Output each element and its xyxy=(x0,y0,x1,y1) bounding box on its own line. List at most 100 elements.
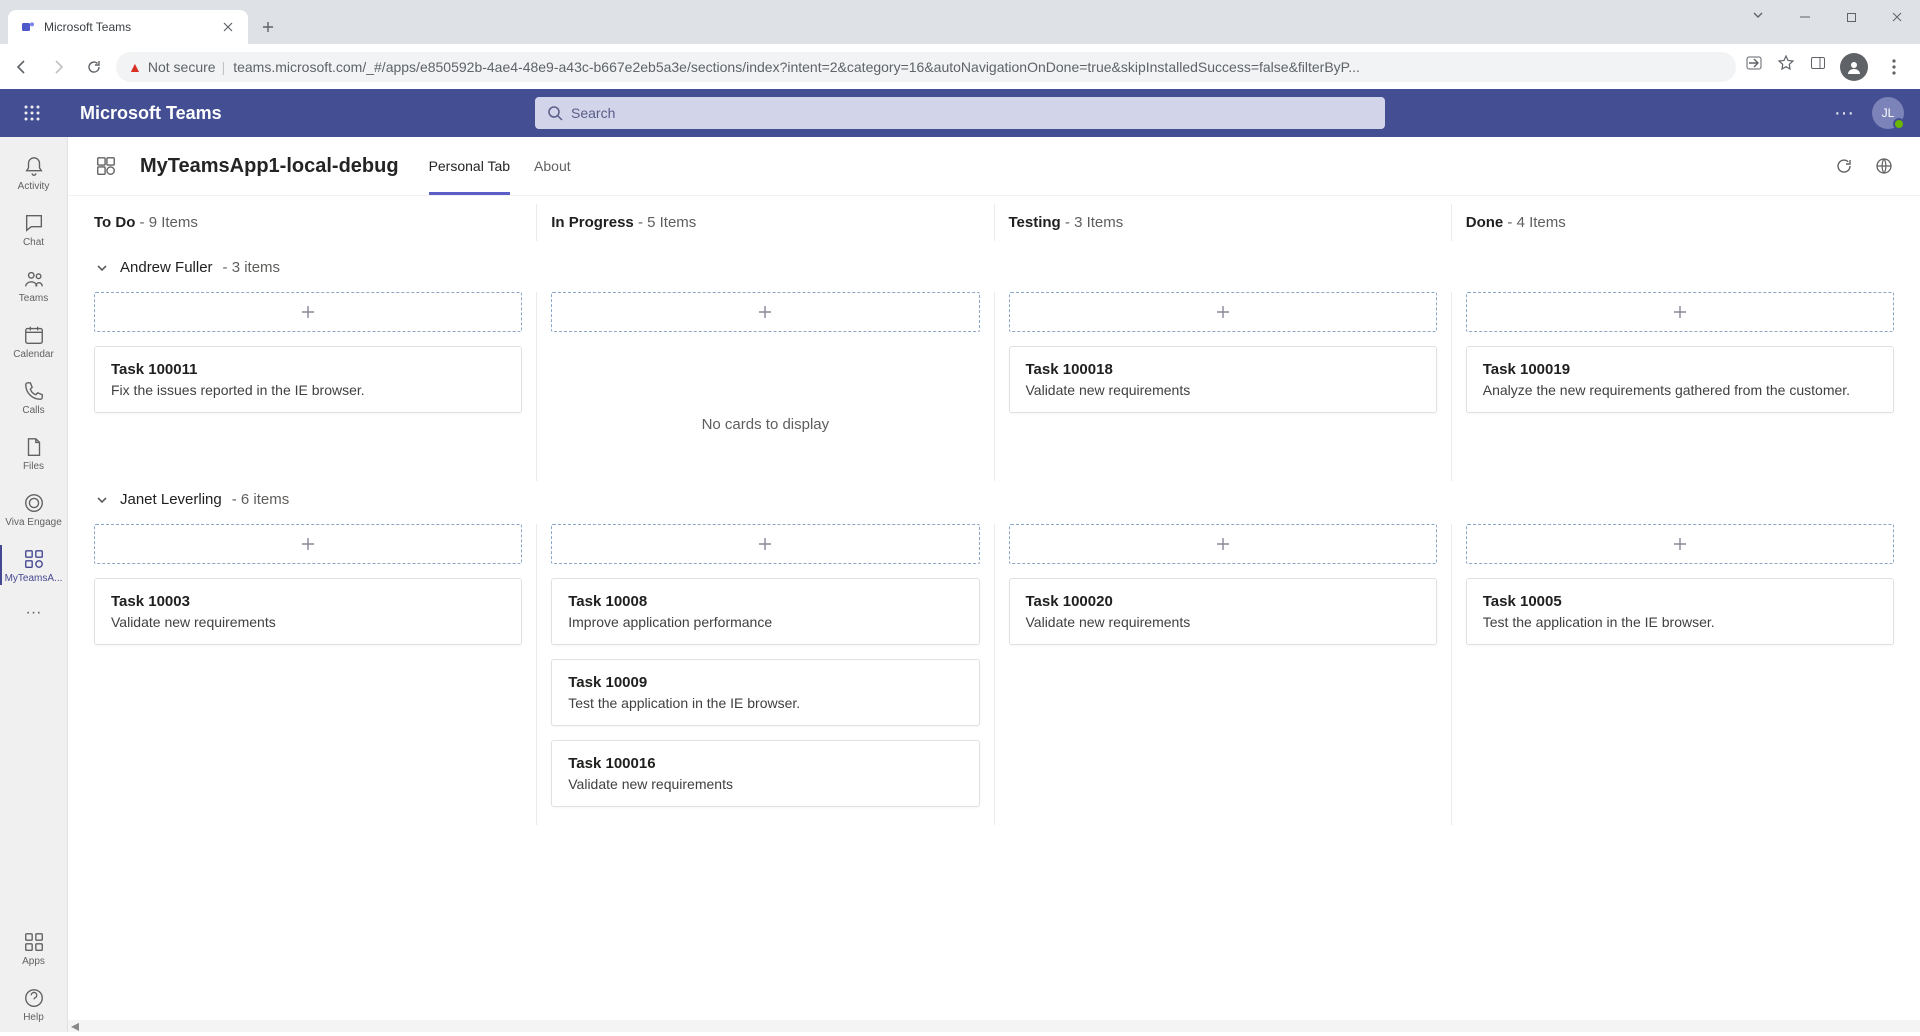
swimlane-count: - 3 items xyxy=(223,259,281,276)
rail-item-teams[interactable]: Teams xyxy=(0,257,68,313)
swimlane: Janet Leverling - 6 items Task 10003Valid… xyxy=(68,481,1920,825)
tab-personal-tab[interactable]: Personal Tab xyxy=(429,137,510,195)
scroll-left-icon[interactable]: ◂ xyxy=(68,1020,82,1032)
swimlane: Andrew Fuller - 3 items Task 100011Fix th… xyxy=(68,249,1920,481)
brand-label: Microsoft Teams xyxy=(80,103,222,124)
browser-chrome: Microsoft Teams ▲ Not secure | teams. xyxy=(0,0,1920,89)
side-panel-icon[interactable] xyxy=(1808,53,1828,73)
card-title: Task 100018 xyxy=(1026,361,1420,378)
window-controls xyxy=(1782,0,1920,34)
globe-icon[interactable] xyxy=(1872,154,1896,178)
rail-item-viva-engage[interactable]: Viva Engage xyxy=(0,481,68,537)
swimlane-header[interactable]: Janet Leverling - 6 items xyxy=(80,481,1908,514)
column-header: In Progress - 5 Items xyxy=(537,204,994,241)
rail-more-icon[interactable]: ··· xyxy=(0,593,67,633)
add-card-button[interactable] xyxy=(551,524,979,564)
plus-icon xyxy=(758,305,772,319)
kanban-card[interactable]: Task 10003Validate new requirements xyxy=(94,578,522,645)
swimlane-count: - 6 items xyxy=(232,491,290,508)
search-box[interactable] xyxy=(535,97,1385,129)
plus-icon xyxy=(1673,537,1687,551)
card-description: Improve application performance xyxy=(568,614,962,630)
kanban-card[interactable]: Task 100019Analyze the new requirements … xyxy=(1466,346,1894,413)
plus-icon xyxy=(301,305,315,319)
rail-label: Calls xyxy=(22,405,44,416)
window-minimize-button[interactable] xyxy=(1782,0,1828,34)
kanban-card[interactable]: Task 100011Fix the issues reported in th… xyxy=(94,346,522,413)
address-bar: ▲ Not secure | teams.microsoft.com/_#/ap… xyxy=(0,44,1920,89)
browser-menu-icon[interactable] xyxy=(1880,53,1908,81)
horizontal-scrollbar[interactable]: ◂ xyxy=(68,1020,1920,1032)
search-input[interactable] xyxy=(571,105,1373,121)
rail-apps[interactable]: Apps xyxy=(0,920,68,976)
rail-item-myteamsa-[interactable]: MyTeamsA... xyxy=(0,537,68,593)
teams-icon xyxy=(22,267,46,291)
empty-state: No cards to display xyxy=(551,346,979,463)
add-card-button[interactable] xyxy=(1009,292,1437,332)
rail-item-files[interactable]: Files xyxy=(0,425,68,481)
column-headers: To Do - 9 ItemsIn Progress - 5 ItemsTest… xyxy=(68,196,1920,249)
swimlane-header[interactable]: Andrew Fuller - 3 items xyxy=(80,249,1908,282)
kanban-card[interactable]: Task 100016Validate new requirements xyxy=(551,740,979,807)
warning-icon: ▲ xyxy=(128,59,142,75)
kanban-card[interactable]: Task 10008 Improve application performanc… xyxy=(551,578,979,645)
column-header: Testing - 3 Items xyxy=(995,204,1452,241)
back-button[interactable] xyxy=(8,53,36,81)
waffle-button[interactable] xyxy=(16,97,48,129)
add-card-button[interactable] xyxy=(551,292,979,332)
teams-top-bar: Microsoft Teams ··· JL xyxy=(0,89,1920,137)
refresh-icon[interactable] xyxy=(1832,154,1856,178)
user-avatar[interactable]: JL xyxy=(1872,97,1904,129)
card-description: Validate new requirements xyxy=(1026,382,1420,398)
rail-apps-label: Apps xyxy=(22,956,45,967)
card-description: Validate new requirements xyxy=(1026,614,1420,630)
plus-icon xyxy=(758,537,772,551)
card-description: Test the application in the IE browser. xyxy=(1483,614,1877,630)
close-icon[interactable] xyxy=(220,19,236,35)
plus-icon xyxy=(1216,537,1230,551)
window-close-button[interactable] xyxy=(1874,0,1920,34)
forward-button[interactable] xyxy=(44,53,72,81)
rail-help-label: Help xyxy=(23,1012,44,1023)
rail-item-calendar[interactable]: Calendar xyxy=(0,313,68,369)
kanban-card[interactable]: Task 100018 Validate new requirements xyxy=(1009,346,1437,413)
rail-item-chat[interactable]: Chat xyxy=(0,201,68,257)
teams-favicon xyxy=(20,19,36,35)
tab-title: Microsoft Teams xyxy=(44,20,212,34)
new-tab-button[interactable] xyxy=(254,13,282,41)
star-icon[interactable] xyxy=(1776,53,1796,73)
profile-avatar[interactable] xyxy=(1840,53,1868,81)
plus-icon xyxy=(1673,305,1687,319)
add-card-button[interactable] xyxy=(1466,524,1894,564)
add-card-button[interactable] xyxy=(1466,292,1894,332)
content-area: MyTeamsApp1-local-debug Personal TabAbou… xyxy=(68,137,1920,1032)
reload-button[interactable] xyxy=(80,53,108,81)
rail-label: Activity xyxy=(18,181,50,192)
calendar-icon xyxy=(22,323,46,347)
overflow-menu-icon[interactable]: ··· xyxy=(1834,102,1854,125)
search-icon xyxy=(547,105,563,121)
rail-item-calls[interactable]: Calls xyxy=(0,369,68,425)
kanban-card[interactable]: Task 10005Test the application in the IE… xyxy=(1466,578,1894,645)
rail-help[interactable]: Help xyxy=(0,976,68,1032)
browser-tab[interactable]: Microsoft Teams xyxy=(8,10,248,44)
window-maximize-button[interactable] xyxy=(1828,0,1874,34)
content-header: MyTeamsApp1-local-debug Personal TabAbou… xyxy=(68,137,1920,195)
share-icon[interactable] xyxy=(1744,53,1764,73)
add-card-button[interactable] xyxy=(94,524,522,564)
kanban-card[interactable]: Task 100020Validate new requirements xyxy=(1009,578,1437,645)
kanban-card[interactable]: Task 10009Test the application in the IE… xyxy=(551,659,979,726)
rail-item-activity[interactable]: Activity xyxy=(0,145,68,201)
rail-label: MyTeamsA... xyxy=(5,573,63,584)
tab-dropdown-icon[interactable] xyxy=(1752,8,1764,26)
tab-about[interactable]: About xyxy=(534,137,571,195)
add-card-button[interactable] xyxy=(94,292,522,332)
bell-icon xyxy=(22,155,46,179)
apps-icon xyxy=(22,930,46,954)
add-card-button[interactable] xyxy=(1009,524,1437,564)
url-box[interactable]: ▲ Not secure | teams.microsoft.com/_#/ap… xyxy=(116,52,1736,82)
card-title: Task 10008 xyxy=(568,593,962,610)
app-icon xyxy=(92,152,120,180)
presence-indicator xyxy=(1893,118,1905,130)
rail-label: Chat xyxy=(23,237,44,248)
